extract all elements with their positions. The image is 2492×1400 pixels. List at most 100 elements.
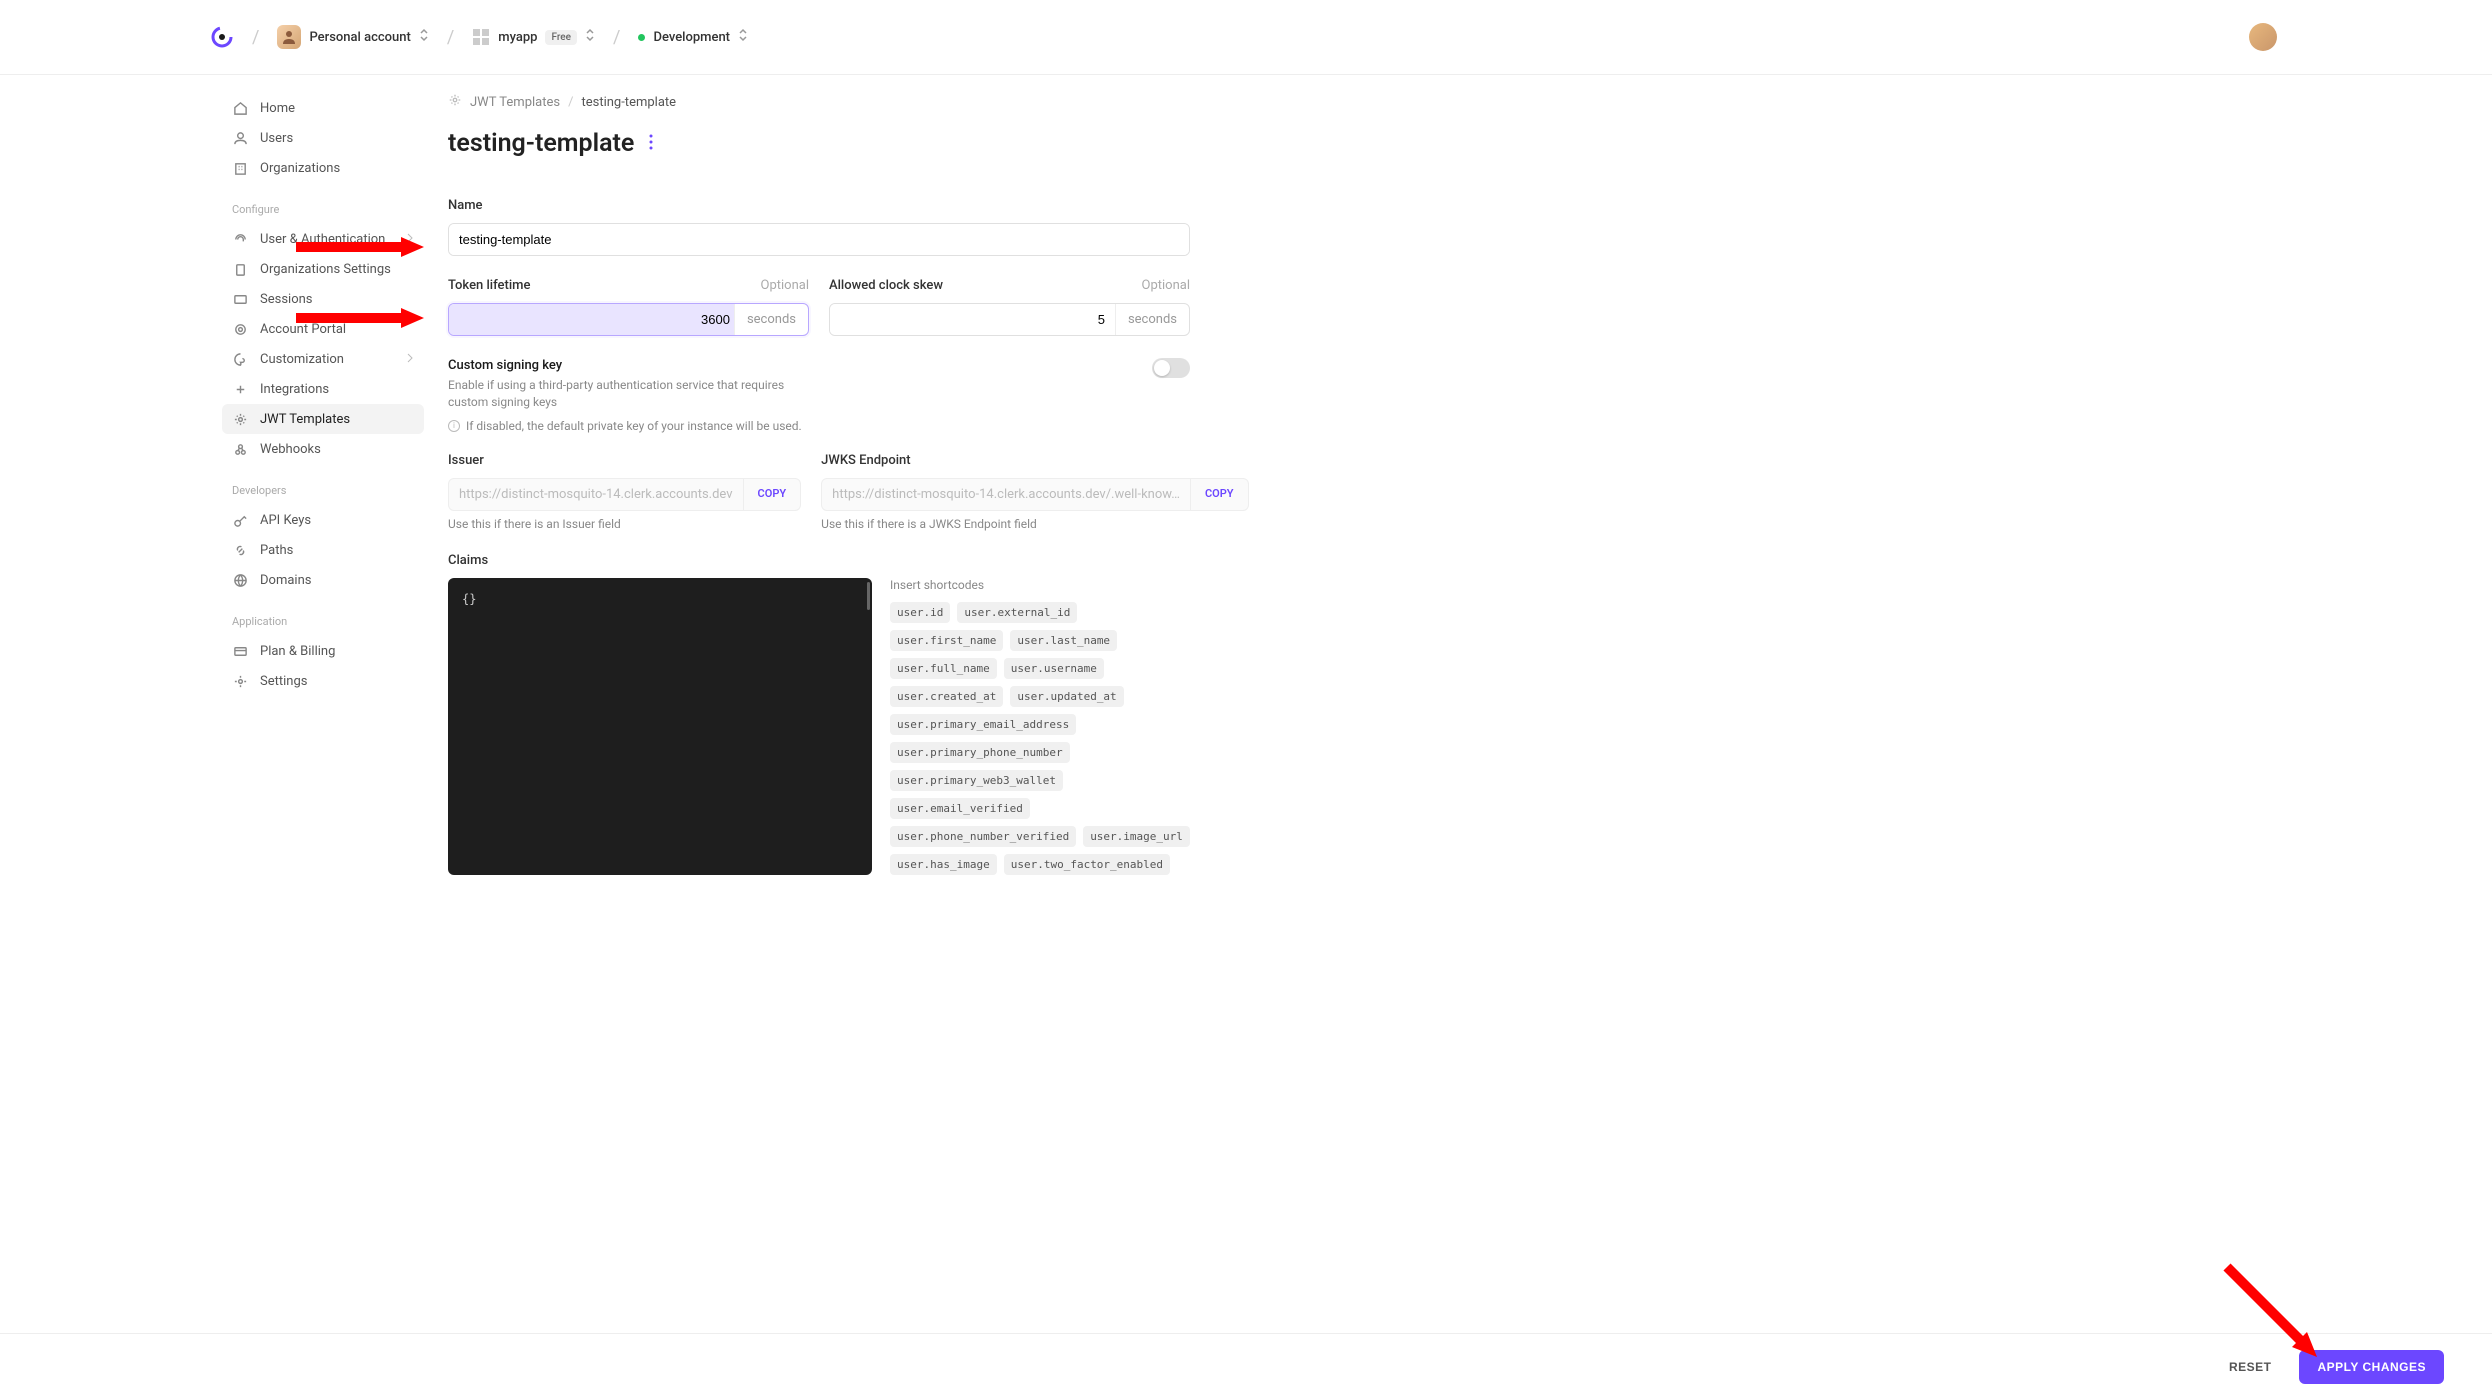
clipboard-icon [232,261,248,277]
sidebar-item-paths[interactable]: Paths [222,535,424,565]
webhook-icon [232,441,248,457]
issuer-hint: Use this if there is an Issuer field [448,517,801,531]
signing-key-desc: Enable if using a third-party authentica… [448,377,788,411]
info-icon: i [448,420,460,432]
jwks-value: https://distinct-mosquito-14.clerk.accou… [822,479,1190,510]
shortcode-chip[interactable]: user.two_factor_enabled [1004,854,1170,875]
sidebar-item-settings[interactable]: Settings [222,666,424,696]
sidebar-label: Users [260,131,293,146]
footer: RESET APPLY CHANGES [0,1333,2492,1400]
sessions-icon [232,291,248,307]
annotation-arrow-icon [2222,1262,2322,1362]
app-selector[interactable]: myapp Free [472,28,595,46]
sidebar-item-integrations[interactable]: Integrations [222,374,424,404]
sidebar-item-jwt-templates[interactable]: JWT Templates [222,404,424,434]
sidebar-item-api-keys[interactable]: API Keys [222,505,424,535]
claims-editor[interactable]: {} [448,578,872,875]
shortcode-chip[interactable]: user.image_url [1083,826,1190,847]
shortcode-chip[interactable]: user.primary_email_address [890,714,1076,735]
env-label: Development [653,30,730,45]
jwks-hint: Use this if there is a JWKS Endpoint fie… [821,517,1248,531]
sidebar-label: Organizations Settings [260,262,391,277]
shortcode-chip[interactable]: user.first_name [890,630,1003,651]
breadcrumb-separator: / [613,27,620,48]
fingerprint-icon [232,231,248,247]
chevron-updown-icon [585,28,595,46]
sidebar-label: Sessions [260,292,313,307]
crumb-parent[interactable]: JWT Templates [470,95,560,110]
section-application: Application [222,595,424,636]
breadcrumb-separator: / [447,27,454,48]
chevron-right-icon [406,352,414,367]
account-avatar-icon [277,25,301,49]
portal-icon [232,321,248,337]
shortcode-chip[interactable]: user.id [890,602,950,623]
gear-icon [448,93,462,111]
sidebar-item-customization[interactable]: Customization [222,344,424,374]
account-selector[interactable]: Personal account [277,25,428,49]
sidebar-label: Customization [260,352,344,367]
sidebar-label: Integrations [260,382,329,397]
shortcode-chip[interactable]: user.email_verified [890,798,1030,819]
sidebar-item-plan-billing[interactable]: Plan & Billing [222,636,424,666]
section-developers: Developers [222,464,424,505]
clock-skew-input[interactable] [830,304,1115,335]
sidebar-label: Paths [260,543,293,558]
signing-key-title: Custom signing key [448,358,788,373]
clock-skew-label: Allowed clock skew Optional [829,278,1190,293]
unit-label: seconds [1115,304,1189,335]
token-lifetime-input[interactable] [449,304,734,335]
shortcode-chip[interactable]: user.has_image [890,854,997,875]
shortcode-chip[interactable]: user.last_name [1010,630,1117,651]
unit-label: seconds [734,304,808,335]
shortcode-chip[interactable]: user.full_name [890,658,997,679]
crumb-current: testing-template [581,95,676,110]
sidebar: Home Users Organizations Configure User … [204,75,424,899]
sidebar-item-organizations[interactable]: Organizations [222,153,424,183]
globe-icon [232,572,248,588]
account-label: Personal account [309,30,410,45]
shortcode-chip[interactable]: user.phone_number_verified [890,826,1076,847]
issuer-value: https://distinct-mosquito-14.clerk.accou… [449,479,743,510]
name-input[interactable] [449,224,1189,255]
section-configure: Configure [222,183,424,224]
copy-issuer-button[interactable]: COPY [743,479,801,510]
env-selector[interactable]: Development [638,28,748,46]
shortcode-chip[interactable]: user.updated_at [1010,686,1123,707]
sidebar-item-domains[interactable]: Domains [222,565,424,595]
annotation-arrow-icon [296,306,426,330]
signing-key-toggle[interactable] [1152,358,1190,378]
sidebar-label: Organizations [260,161,340,176]
users-icon [232,130,248,146]
palette-icon [232,351,248,367]
sidebar-item-users[interactable]: Users [222,123,424,153]
user-avatar[interactable] [2249,23,2277,51]
tier-badge: Free [545,30,577,45]
gear-icon [232,673,248,689]
sidebar-label: Domains [260,573,311,588]
shortcode-chip[interactable]: user.username [1004,658,1104,679]
more-menu-icon[interactable] [649,134,653,154]
copy-jwks-button[interactable]: COPY [1190,479,1248,510]
sidebar-label: Webhooks [260,442,321,457]
main-content: JWT Templates / testing-template testing… [424,75,1214,899]
key-icon [232,512,248,528]
shortcode-chip[interactable]: user.primary_web3_wallet [890,770,1063,791]
shortcodes-title: Insert shortcodes [890,578,1190,592]
shortcode-chip[interactable]: user.primary_phone_number [890,742,1070,763]
shortcode-chip[interactable]: user.created_at [890,686,1003,707]
top-bar: / Personal account / myapp Free / Develo… [0,0,2492,75]
app-icon [472,28,490,46]
home-icon [232,100,248,116]
sidebar-item-webhooks[interactable]: Webhooks [222,434,424,464]
sidebar-label: API Keys [260,513,311,528]
shortcode-chip[interactable]: user.external_id [957,602,1077,623]
breadcrumb: JWT Templates / testing-template [448,93,1190,111]
sidebar-label: Plan & Billing [260,644,335,659]
jwks-label: JWKS Endpoint [821,453,1248,468]
integrations-icon [232,381,248,397]
organizations-icon [232,160,248,176]
sidebar-item-home[interactable]: Home [222,93,424,123]
signing-key-hint: i If disabled, the default private key o… [448,419,1190,433]
card-icon [232,643,248,659]
